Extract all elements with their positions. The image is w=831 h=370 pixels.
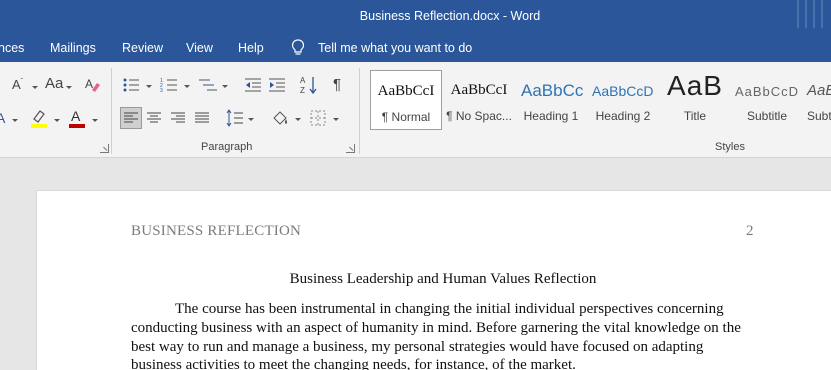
align-center-icon[interactable]	[146, 110, 162, 126]
text-effects-icon[interactable]: A	[0, 110, 5, 126]
style-subtitle[interactable]: AaBbCcD Subtitle	[731, 70, 803, 130]
line-spacing-icon[interactable]	[226, 109, 244, 127]
style-label: Heading 1	[523, 109, 579, 123]
tab-review[interactable]: Review	[122, 41, 163, 55]
style-sample: AaBbCcI	[377, 83, 435, 99]
sort-icon[interactable]: AZ	[300, 75, 318, 95]
numbering-icon[interactable]: 123	[160, 77, 180, 93]
document-title: Business Leadership and Human Values Ref…	[289, 271, 597, 287]
style-label: ¶ No Spac...	[446, 109, 512, 123]
clear-formatting-icon[interactable]: A	[84, 75, 102, 93]
tab-view[interactable]: View	[186, 41, 213, 55]
multilevel-list-icon[interactable]	[198, 77, 218, 93]
style-title[interactable]: AaB Title	[659, 70, 731, 130]
tab-help[interactable]: Help	[238, 41, 264, 55]
highlight-color-icon[interactable]	[30, 107, 48, 129]
title-bar: Business Reflection.docx - Word	[0, 0, 831, 34]
svg-text:A: A	[300, 76, 306, 85]
show-formatting-marks-icon[interactable]: ¶	[333, 76, 341, 93]
style-heading-1[interactable]: AaBbCc Heading 1	[515, 70, 587, 130]
body-paragraph[interactable]: The course has been instrumental in chan…	[131, 300, 751, 370]
style-sample: AaB	[667, 70, 723, 101]
style-label: Subtitle	[746, 109, 788, 123]
style-sample: AaBbCcI	[450, 82, 508, 98]
style-label: Subt	[807, 109, 831, 123]
shading-icon[interactable]	[270, 108, 290, 128]
increase-indent-icon[interactable]	[268, 77, 286, 93]
style-normal[interactable]: AaBbCcI ¶ Normal	[370, 70, 442, 130]
style-sample: AaBbCcD	[734, 84, 800, 99]
font-color-icon[interactable]: A	[68, 107, 86, 129]
ribbon-home: Aˇ Aa A A A 123 AZ ¶ Paragraph AaBbCcI ¶…	[0, 62, 831, 158]
align-left-icon[interactable]	[120, 107, 142, 129]
style-label: Title	[683, 109, 707, 123]
svg-text:3: 3	[160, 88, 163, 93]
tab-references[interactable]: nces	[0, 41, 24, 55]
svg-text:A: A	[85, 77, 93, 91]
styles-gallery: AaBbCcI ¶ Normal AaBbCcI ¶ No Spac... Aa…	[369, 70, 831, 130]
style-heading-2[interactable]: AaBbCcD Heading 2	[587, 70, 659, 130]
ribbon-tabs: nces Mailings Review View Help Tell me w…	[0, 34, 831, 62]
running-header: BUSINESS REFLECTION	[131, 223, 302, 239]
title-bar-decoration	[791, 0, 831, 34]
font-dialog-launcher[interactable]	[100, 144, 109, 153]
shrink-font-icon[interactable]: Aˇ	[12, 77, 23, 92]
bullets-icon[interactable]	[122, 77, 142, 93]
tell-me-search[interactable]: Tell me what you want to do	[318, 41, 472, 55]
window-title: Business Reflection.docx - Word	[359, 9, 541, 23]
style-subtle-emphasis[interactable]: AaB Subt	[803, 70, 831, 130]
align-right-icon[interactable]	[170, 110, 186, 126]
style-sample: AaB	[807, 82, 831, 99]
style-label: ¶ Normal	[381, 110, 431, 124]
svg-text:Z: Z	[300, 86, 305, 95]
justify-icon[interactable]	[194, 110, 210, 126]
style-no-spacing[interactable]: AaBbCcI ¶ No Spac...	[443, 70, 515, 130]
page-number: 2	[746, 223, 754, 239]
style-label: Heading 2	[595, 109, 651, 123]
svg-text:A: A	[71, 108, 81, 124]
paragraph-group-label: Paragraph	[201, 141, 253, 153]
style-sample: AaBbCc	[521, 81, 584, 100]
tab-mailings[interactable]: Mailings	[50, 41, 96, 55]
lightbulb-icon[interactable]	[291, 39, 305, 57]
document-page[interactable]: BUSINESS REFLECTION 2 Business Leadershi…	[36, 190, 831, 370]
decrease-indent-icon[interactable]	[244, 77, 262, 93]
paragraph-dialog-launcher[interactable]	[346, 144, 355, 153]
borders-icon[interactable]	[310, 110, 326, 126]
style-sample: AaBbCcD	[592, 83, 654, 99]
styles-group-label: Styles	[715, 141, 745, 153]
change-case-icon[interactable]: Aa	[45, 75, 63, 92]
